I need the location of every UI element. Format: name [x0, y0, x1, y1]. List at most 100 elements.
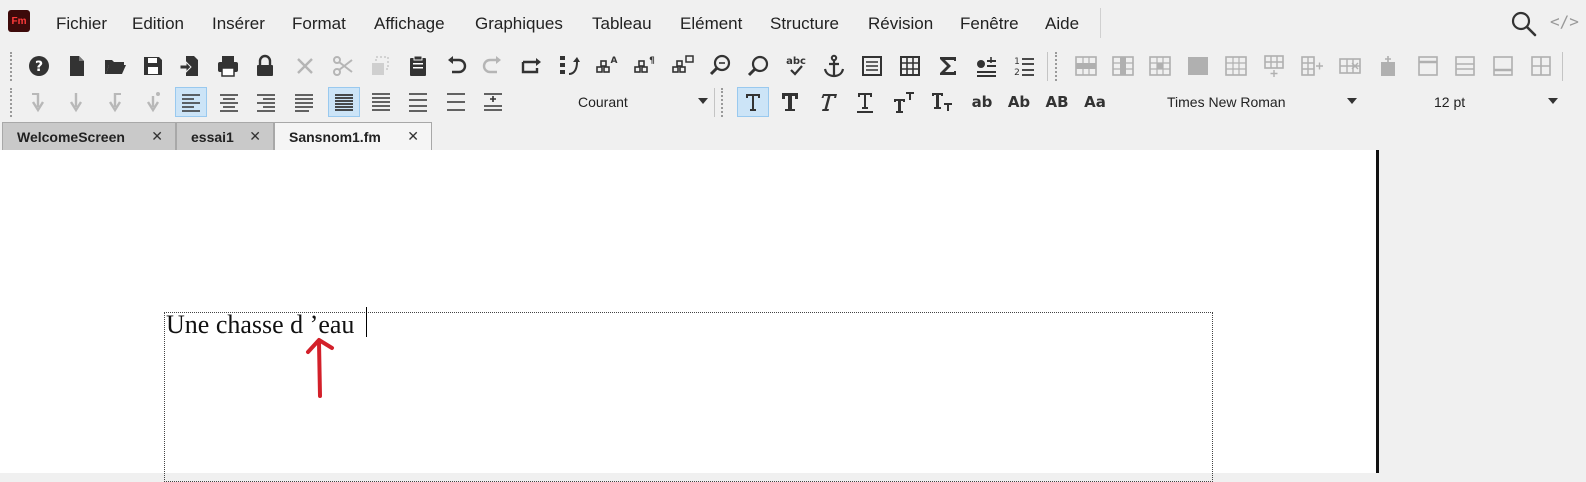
capitalize-button[interactable]: Ab: [1003, 87, 1035, 117]
anchor-icon: [823, 54, 845, 78]
character-toolbar-grip[interactable]: [721, 88, 726, 117]
numbered-list-button[interactable]: 12: [1008, 51, 1040, 81]
menu-edition[interactable]: Edition: [132, 14, 184, 34]
import-button[interactable]: [174, 51, 206, 81]
align-right-button[interactable]: [250, 87, 282, 117]
menu-revision[interactable]: Révision: [868, 14, 933, 34]
justify-button[interactable]: [288, 87, 320, 117]
character-designer-button[interactable]: A: [591, 51, 623, 81]
lowercase-button[interactable]: ab: [966, 87, 998, 117]
tab-essai1[interactable]: essai1 ✕: [176, 122, 274, 150]
spelling-button[interactable]: abc: [780, 51, 812, 81]
menu-affichage[interactable]: Affichage: [374, 14, 445, 34]
table-select-row-button[interactable]: [1070, 51, 1102, 81]
align-left-button[interactable]: [175, 87, 207, 117]
center-tab-button[interactable]: [60, 87, 92, 117]
menu-fenetre[interactable]: Fenêtre: [960, 14, 1019, 34]
print-button[interactable]: [212, 51, 244, 81]
spacing-custom-button[interactable]: [477, 87, 509, 117]
clipboard-icon: [410, 55, 426, 76]
close-icon[interactable]: ✕: [151, 128, 163, 145]
equation-button[interactable]: [932, 51, 964, 81]
close-icon[interactable]: ✕: [249, 128, 261, 145]
table-cell-format-button[interactable]: [1525, 51, 1557, 81]
plain-text-button[interactable]: [737, 87, 769, 117]
table-format-icon: [1531, 56, 1551, 76]
text-underline-icon: [857, 93, 873, 113]
table-footer-button[interactable]: [1487, 51, 1519, 81]
find-replace-button[interactable]: [705, 51, 737, 81]
svg-text:?: ?: [35, 59, 43, 75]
insert-frame-button[interactable]: [856, 51, 888, 81]
smallcaps-button[interactable]: Aa: [1079, 87, 1111, 117]
help-button[interactable]: ?: [23, 51, 55, 81]
tab-welcomescreen[interactable]: WelcomeScreen ✕: [2, 122, 176, 150]
paste-button[interactable]: [402, 51, 434, 81]
repeat-icon: [521, 58, 541, 74]
spacing-double-button[interactable]: [402, 87, 434, 117]
table-header-button[interactable]: [1412, 51, 1444, 81]
paragraph-designer-button[interactable]: ¶: [629, 51, 661, 81]
font-family-dropdown[interactable]: Times New Roman: [1167, 90, 1357, 114]
variable-button[interactable]: [970, 51, 1002, 81]
lock-button[interactable]: [249, 51, 281, 81]
spacing-onehalf-button[interactable]: [365, 87, 397, 117]
new-document-button[interactable]: [61, 51, 93, 81]
spacing-single-button[interactable]: [328, 87, 360, 117]
sigma-icon: [940, 57, 956, 75]
import-icon: [179, 56, 198, 76]
insert-table-button[interactable]: [894, 51, 926, 81]
repeat-button[interactable]: [515, 51, 547, 81]
bold-button[interactable]: [774, 87, 806, 117]
anchor-button[interactable]: [818, 51, 850, 81]
toolbar-grip[interactable]: [10, 88, 15, 117]
undo-button[interactable]: [440, 51, 472, 81]
print-icon: [218, 56, 238, 77]
table-add-row-button[interactable]: [1258, 51, 1290, 81]
search-icon[interactable]: [1510, 10, 1538, 38]
menu-inserer[interactable]: Insérer: [212, 14, 265, 34]
menu-format[interactable]: Format: [292, 14, 346, 34]
subscript-button[interactable]: [925, 87, 957, 117]
table-add-column-button[interactable]: [1296, 51, 1328, 81]
table-grid-button[interactable]: [1220, 51, 1252, 81]
delete-button[interactable]: [289, 51, 321, 81]
italic-button[interactable]: [811, 87, 843, 117]
code-view-icon[interactable]: </>: [1550, 12, 1579, 31]
menu-element[interactable]: Elément: [680, 14, 742, 34]
toolbar-grip[interactable]: [10, 52, 15, 81]
right-tab-button[interactable]: [99, 87, 131, 117]
font-size-dropdown[interactable]: 12 pt: [1434, 90, 1558, 114]
superscript-button[interactable]: [887, 87, 919, 117]
open-button[interactable]: [99, 51, 131, 81]
menu-tableau[interactable]: Tableau: [592, 14, 652, 34]
svg-text:2: 2: [1014, 68, 1020, 78]
table-select-column-button[interactable]: [1107, 51, 1139, 81]
decimal-tab-button[interactable]: [137, 87, 169, 117]
find-button[interactable]: [743, 51, 775, 81]
menu-structure[interactable]: Structure: [770, 14, 839, 34]
table-body-button[interactable]: [1449, 51, 1481, 81]
tab-sansnom1[interactable]: Sansnom1.fm ✕: [274, 122, 432, 151]
reflow-button[interactable]: [553, 51, 585, 81]
uppercase-button[interactable]: AB: [1041, 87, 1073, 117]
underline-button[interactable]: [849, 87, 881, 117]
table-catalog-button[interactable]: [667, 51, 699, 81]
align-center-button[interactable]: [213, 87, 245, 117]
cut-button[interactable]: [327, 51, 359, 81]
left-tab-button[interactable]: [22, 87, 54, 117]
redo-button[interactable]: [477, 51, 509, 81]
table-straddle-button[interactable]: [1372, 51, 1404, 81]
copy-button[interactable]: [364, 51, 396, 81]
table-toolbar-grip[interactable]: [1055, 52, 1060, 81]
spacing-wide-button[interactable]: [440, 87, 472, 117]
paragraph-format-dropdown[interactable]: Courant: [578, 90, 708, 114]
table-delete-button[interactable]: [1334, 51, 1366, 81]
table-select-cell-button[interactable]: [1144, 51, 1176, 81]
table-select-all-button[interactable]: [1182, 51, 1214, 81]
close-icon[interactable]: ✕: [407, 128, 419, 145]
menu-aide[interactable]: Aide: [1045, 14, 1079, 34]
save-button[interactable]: [137, 51, 169, 81]
menu-fichier[interactable]: Fichier: [56, 14, 107, 34]
menu-graphiques[interactable]: Graphiques: [475, 14, 563, 34]
